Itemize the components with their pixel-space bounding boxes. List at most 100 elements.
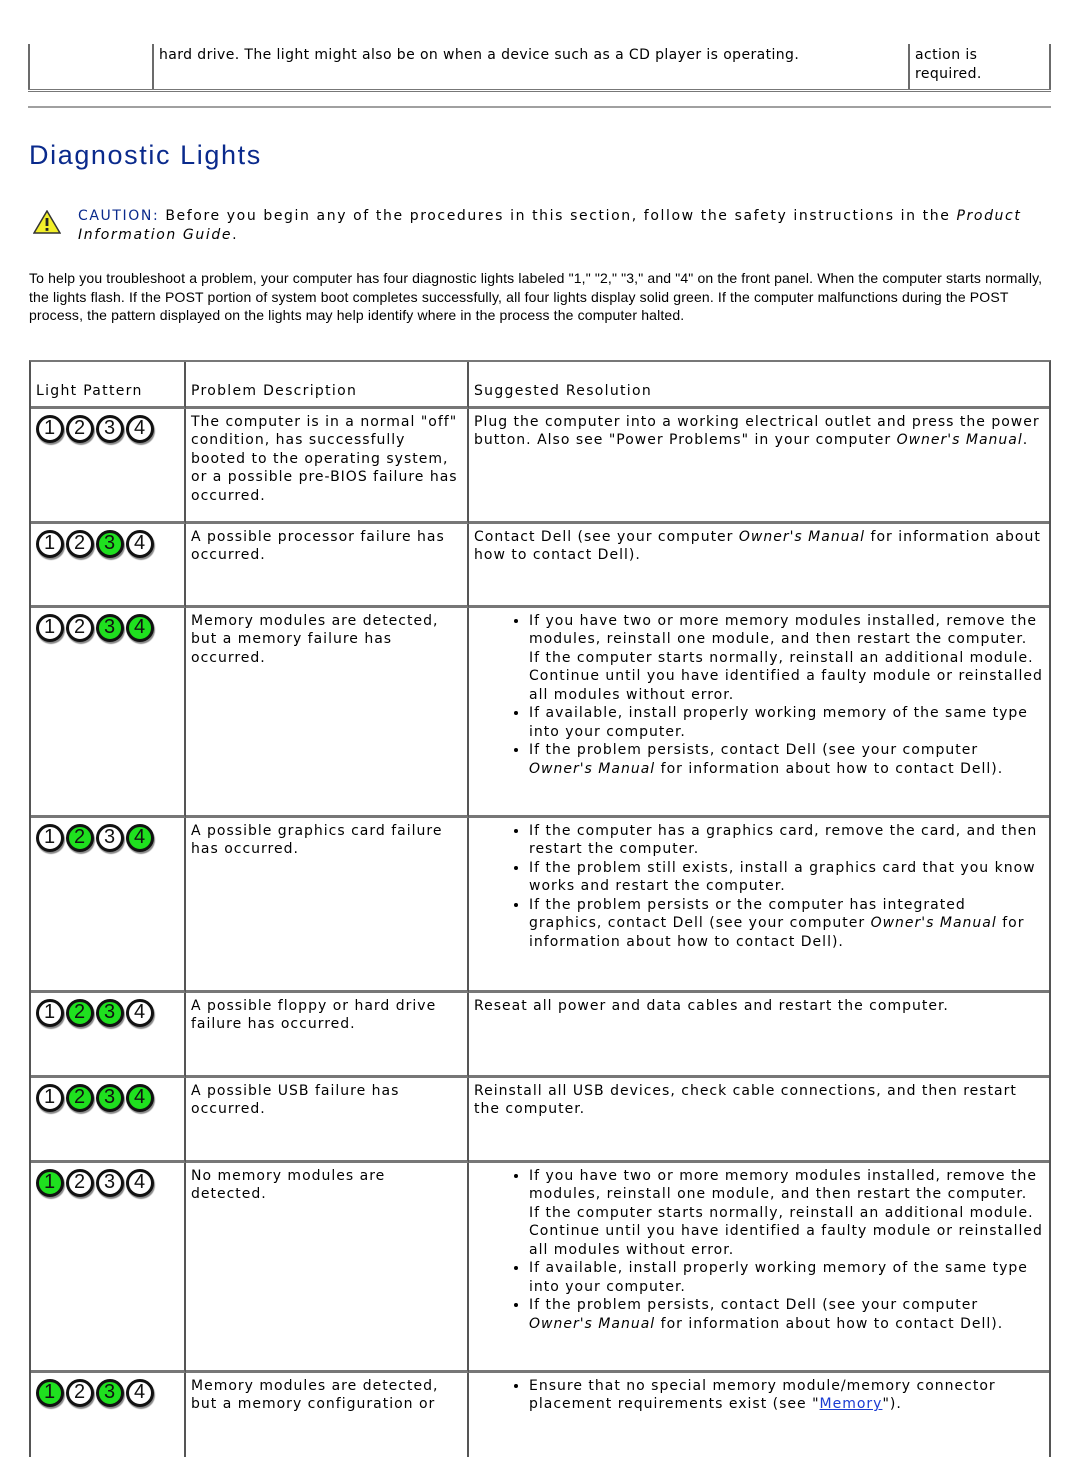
resolution-text: Reseat all power and data cables and res… <box>474 997 949 1014</box>
light-2-on-icon: 2 <box>66 1083 94 1112</box>
diagnostic-lights: 1234 <box>36 997 178 1027</box>
diagnostic-lights: 1234 <box>36 413 178 443</box>
diagnostic-lights: 1234 <box>36 1377 178 1407</box>
caution-notice: CAUTION: Before you begin any of the pro… <box>33 207 1043 244</box>
diagnostic-lights: 1234 <box>36 822 178 852</box>
page-title: Diagnostic Lights <box>29 140 262 170</box>
suggested-resolution-cell: Ensure that no special memory module/mem… <box>469 1373 1049 1457</box>
header-problem-description: Problem Description <box>186 362 469 409</box>
resolution-step: If available, install properly working m… <box>529 704 1043 741</box>
light-pattern-cell: 1234 <box>31 1372 186 1457</box>
suggested-resolution-cell: If you have two or more memory modules i… <box>469 1163 1049 1373</box>
suggested-resolution-cell: Reseat all power and data cables and res… <box>469 993 1049 1078</box>
light-3-on-icon: 3 <box>96 613 124 642</box>
light-4-off-icon: 4 <box>126 1168 154 1197</box>
suggested-resolution-cell: Plug the computer into a working electri… <box>469 409 1049 524</box>
light-3-off-icon: 3 <box>96 414 124 443</box>
suggested-resolution-cell: If the computer has a graphics card, rem… <box>469 818 1049 993</box>
problem-description-cell: A possible graphics card failure has occ… <box>186 817 469 993</box>
light-2-on-icon: 2 <box>66 823 94 852</box>
light-2-off-icon: 2 <box>66 613 94 642</box>
resolution-step: If the computer has a graphics card, rem… <box>529 822 1043 859</box>
resolution-steps: If the computer has a graphics card, rem… <box>474 822 1043 952</box>
caution-text: Before you begin any of the procedures i… <box>159 208 957 224</box>
caution-end: . <box>232 226 239 243</box>
light-pattern-cell: 1234 <box>31 607 186 818</box>
table-row: 1234 No memory modules are detected. If yo… <box>31 1162 1049 1373</box>
light-3-off-icon: 3 <box>96 1168 124 1197</box>
resolution-text: Reinstall all USB devices, check cable c… <box>474 1082 1017 1118</box>
light-1-off-icon: 1 <box>36 998 64 1027</box>
problem-description-cell: Memory modules are detected, but a memor… <box>186 1372 469 1457</box>
light-4-off-icon: 4 <box>126 529 154 558</box>
warning-triangle-icon <box>33 210 61 234</box>
problem-description-cell: Memory modules are detected, but a memor… <box>186 607 469 818</box>
light-pattern-cell: 1234 <box>31 992 186 1078</box>
caution-label: CAUTION: <box>78 208 160 224</box>
light-4-off-icon: 4 <box>126 998 154 1027</box>
intro-paragraph: To help you troubleshoot a problem, your… <box>29 270 1043 323</box>
diagnostic-lights: 1234 <box>36 1167 178 1197</box>
light-2-off-icon: 2 <box>66 1168 94 1197</box>
table-row: 1 2 3 4 The computer is in a normal "off" co… <box>31 408 1049 524</box>
light-3-on-icon: 3 <box>96 998 124 1027</box>
owners-manual-reference: Owner's Manual <box>529 1315 656 1332</box>
problem-description-cell: A possible processor failure has occurre… <box>186 523 469 608</box>
resolution-step: If the problem still exists, install a g… <box>529 859 1043 896</box>
table-row: 1234 A possible graphics card failure has… <box>31 817 1049 993</box>
table-header-row: Light Pattern Problem Description Sugges… <box>31 362 1049 409</box>
light-4-off-icon: 4 <box>126 1378 154 1407</box>
diagnostic-lights-table: Light Pattern Problem Description Sugges… <box>29 360 1051 1457</box>
light-3-off-icon: 3 <box>96 823 124 852</box>
light-1-on-icon: 1 <box>36 1168 64 1197</box>
resolution-step: If the problem persists, contact Dell (s… <box>529 741 1043 778</box>
suggested-resolution-cell: If you have two or more memory modules i… <box>469 608 1049 818</box>
suggested-resolution-cell: Reinstall all USB devices, check cable c… <box>469 1078 1049 1163</box>
light-3-on-icon: 3 <box>96 529 124 558</box>
light-1-on-icon: 1 <box>36 1378 64 1407</box>
fragment-cell-1 <box>28 44 154 92</box>
memory-link[interactable]: Memory <box>820 1396 883 1412</box>
light-2-on-icon: 2 <box>66 998 94 1027</box>
resolution-text: Contact Dell (see your computer <box>474 528 739 545</box>
light-pattern-cell: 1234 <box>31 817 186 993</box>
light-2-off-icon: 2 <box>66 414 94 443</box>
diagnostic-lights: 1234 <box>36 528 178 558</box>
problem-description-cell: A possible USB failure has occurred. <box>186 1077 469 1163</box>
light-1-off-icon: 1 <box>36 1083 64 1112</box>
fragment-cell-3: action is required. <box>908 44 1051 92</box>
owners-manual-reference: Owner's Manual <box>896 432 1023 448</box>
owners-manual-reference: Owner's Manual <box>870 915 997 931</box>
light-1-off-icon: 1 <box>36 529 64 558</box>
light-pattern-cell: 1234 <box>31 1162 186 1373</box>
resolution-steps: Ensure that no special memory module/mem… <box>474 1377 1043 1414</box>
light-4-on-icon: 4 <box>126 823 154 852</box>
suggested-resolution-cell: Contact Dell (see your computer Owner's … <box>469 524 1049 608</box>
diagnostic-lights: 1234 <box>36 1082 178 1112</box>
resolution-step: If you have two or more memory modules i… <box>529 612 1043 705</box>
table-row: 1234 A possible processor failure has occ… <box>31 523 1049 608</box>
light-4-off-icon: 4 <box>126 414 154 443</box>
resolution-step: If the problem persists or the computer … <box>529 896 1043 952</box>
light-3-on-icon: 3 <box>96 1083 124 1112</box>
fragment-cell-2: hard drive. The light might also be on w… <box>152 44 910 92</box>
problem-description-cell: A possible floppy or hard drive failure … <box>186 992 469 1078</box>
section-divider <box>28 106 1051 108</box>
light-1-off-icon: 1 <box>36 823 64 852</box>
problem-description-cell: The computer is in a normal "off" condit… <box>186 408 469 524</box>
resolution-step: If available, install properly working m… <box>529 1259 1043 1296</box>
light-pattern-cell: 1234 <box>31 408 186 524</box>
problem-description-cell: No memory modules are detected. <box>186 1162 469 1373</box>
owners-manual-reference: Owner's Manual <box>529 760 656 777</box>
light-2-off-icon: 2 <box>66 529 94 558</box>
resolution-steps: If you have two or more memory modules i… <box>474 1167 1043 1334</box>
light-pattern-cell: 1234 <box>31 1077 186 1163</box>
resolution-step: If the problem persists, contact Dell (s… <box>529 1296 1043 1333</box>
light-1-off-icon: 1 <box>36 613 64 642</box>
owners-manual-reference: Owner's Manual <box>738 528 866 545</box>
resolution-steps: If you have two or more memory modules i… <box>474 612 1043 779</box>
header-light-pattern: Light Pattern <box>31 362 186 409</box>
resolution-text-end: . <box>1022 432 1029 448</box>
previous-table-fragment: hard drive. The light might also be on w… <box>28 44 1051 92</box>
resolution-step: If you have two or more memory modules i… <box>529 1167 1043 1260</box>
